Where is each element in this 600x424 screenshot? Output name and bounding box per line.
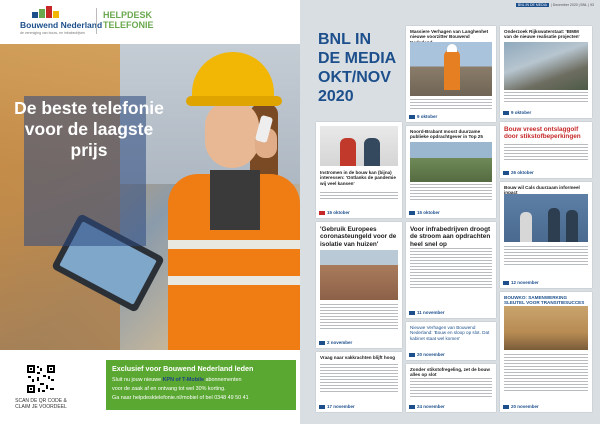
article-title: Vraag naar vakkrachten blijft hoog [320,355,396,360]
article-title: Onderzoek Rijkswaterstaat: 'BIMM van de … [504,29,580,40]
media-page: BNL IN DE MEDIA | December 2020 | BNL | 9… [300,0,600,424]
article-image [504,194,588,242]
qr-code-icon [26,364,56,394]
article-title: 'Gebruik Europees coronasteungeld voor d… [320,226,397,248]
media-heading: BNL IN DE MEDIA OKT/NOV 2020 [318,30,396,106]
hero-photo: De beste telefonie voor de laagste prijs [0,44,300,350]
article-title: Nieuwe Verhagen van Bouwend Nederland: '… [410,325,490,341]
article-date: 9 oktober [409,114,437,119]
article-image [410,142,492,182]
article-card[interactable]: Voor infrabedrijven droogt de stroom aan… [406,222,496,318]
article-card[interactable]: Onderzoek Rijkswaterstaat: 'BIMM van de … [500,26,592,118]
article-card[interactable]: Instromen in de bouw kan (bijna) interes… [316,122,402,218]
article-image [504,42,588,90]
page-meta-tag: BNL IN DE MEDIA [515,3,549,7]
logo-tagline: de vereniging van bouw- en infrabedrijve… [20,31,85,35]
article-title: Instromen in de bouw kan (bijna) interes… [320,170,396,186]
promo-line-1: Sluit nu jouw nieuwe KPN of T-Mobile abo… [112,377,242,383]
article-card[interactable]: 'Gebruik Europees coronasteungeld voor d… [316,222,402,348]
article-image [410,42,492,96]
article-title: BOUWKO: SAMENWERKING SLEUTEL VOOR TRANSI… [504,295,585,306]
article-title: Noord-Brabant mosst duurzame publieke op… [410,129,483,140]
article-date: 15 oktober [319,210,350,215]
logo-mark-icon [32,6,59,18]
qr-instructions: SCAN DE QR CODE & CLAIM JE VOORDEEL [8,398,74,410]
article-card[interactable]: Bouw wil Cals duurzaam informeel inpact … [500,182,592,288]
article-card[interactable]: Noord-Brabant mosst duurzame publieke op… [406,126,496,218]
qr-code[interactable] [26,364,56,394]
bouwend-nederland-logo: Bouwend Nederland de vereniging van bouw… [20,6,102,36]
article-card[interactable]: Massiere Verhagen van Langhenhet nieuwe … [406,26,496,122]
article-card[interactable]: Bouw vreest ontslaggolf door stikstofbep… [500,122,592,178]
article-date: 26 oktober [503,170,534,175]
promo-providers: KPN of T-Mobile [162,377,204,383]
article-title: Zonder stikstofregeling, zet de bouw all… [410,367,490,378]
article-date: 2 november [319,340,352,345]
promo-line-2: voor de zaak af en ontvang tot wel 30% k… [112,386,226,392]
article-date: 11 november [409,310,445,315]
promo-title: Exclusief voor Bouwend Nederland leden [112,364,254,373]
helpdesk-title-line-2: TELEFONIE [103,20,154,30]
media-heading-line-3: OKT/NOV [318,69,391,86]
article-image [320,126,398,166]
header-divider [96,8,97,34]
article-card[interactable]: Zonder stikstofregeling, zet de bouw all… [406,364,496,412]
page-meta: BNL IN DE MEDIA | December 2020 | BNL | 9… [515,3,594,7]
article-image [504,306,588,350]
promo-line-3[interactable]: Ga naar helpdesktelefonie.nl/mobiel of b… [112,395,249,401]
article-title: Bouw vreest ontslaggolf door stikstofbep… [504,126,581,141]
promo-box: Exclusief voor Bouwend Nederland leden S… [106,360,296,410]
worker-face [205,102,259,168]
advertisement-page: Bouwend Nederland de vereniging van bouw… [0,0,300,424]
article-date: 15 oktober [409,210,440,215]
article-date: 9 oktober [503,110,531,115]
article-date: 24 november [409,404,445,409]
article-date: 20 november [409,352,445,357]
article-title: Voor infrabedrijven droogt de stroom aan… [410,226,491,248]
media-heading-line-4: 2020 [318,88,354,105]
media-heading-line-2: DE MEDIA [318,50,397,67]
article-card[interactable]: Vraag naar vakkrachten blijft hoog 17 no… [316,352,402,412]
article-date: 12 november [503,280,539,285]
logo-name: Bouwend Nederland [20,20,103,30]
helpdesk-title-line-1: HELPDESK [103,10,153,20]
article-card[interactable]: BOUWKO: SAMENWERKING SLEUTEL VOOR TRANSI… [500,292,592,412]
hero-tagline: De beste telefonie voor de laagste prijs [14,98,164,160]
ad-header: Bouwend Nederland de vereniging van bouw… [0,0,300,44]
qr-instructions-line-2: CLAIM JE VOORDEEL [15,404,67,410]
helpdesk-title: HELPDESK TELEFONIE [103,10,154,30]
article-card[interactable]: Nieuwe Verhagen van Bouwend Nederland: '… [406,322,496,360]
media-heading-line-1: BNL IN [318,31,372,48]
page-meta-bar: BNL IN DE MEDIA | December 2020 | BNL | 9… [300,0,600,12]
article-date: 20 november [503,404,539,409]
page-meta-text: | December 2020 | BNL | 93 [550,3,594,7]
article-image [320,250,398,300]
article-date: 17 november [319,404,355,409]
